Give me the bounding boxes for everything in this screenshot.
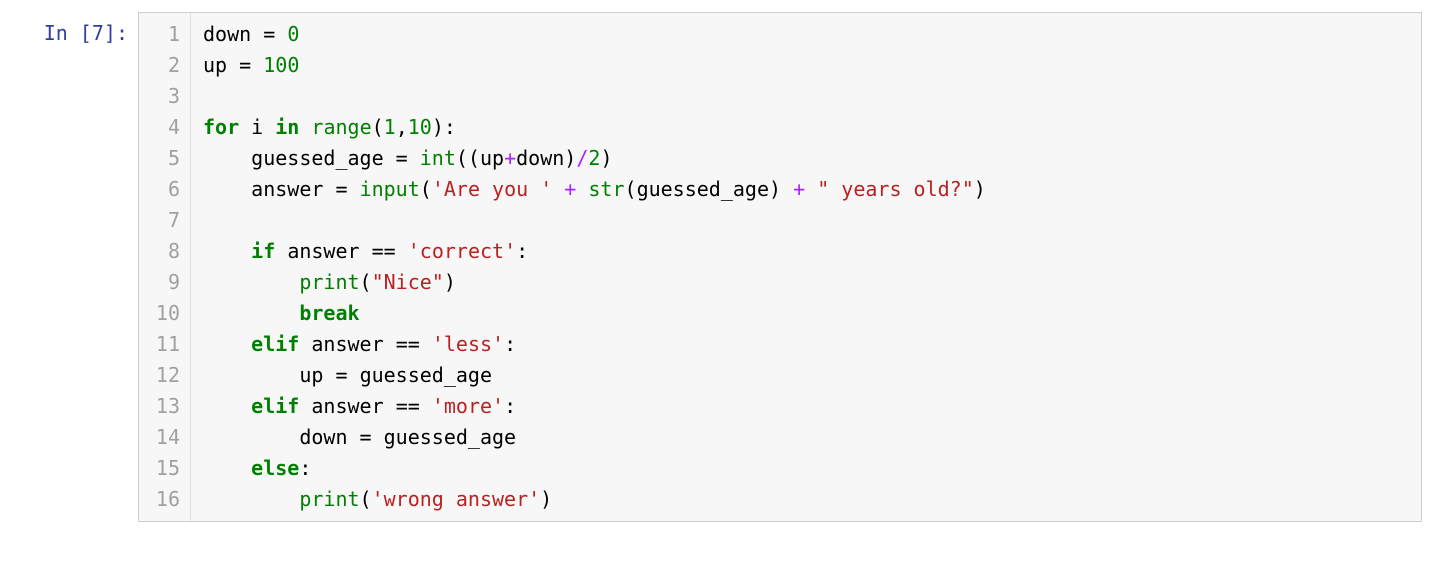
code-line: answer = input('Are you ' + str(guessed_… [203, 174, 1421, 205]
line-number: 8 [139, 236, 180, 267]
line-number: 1 [139, 19, 180, 50]
line-number: 10 [139, 298, 180, 329]
line-number: 16 [139, 484, 180, 515]
code-line: else: [203, 453, 1421, 484]
code-line [203, 205, 1421, 236]
prompt-prefix: In [ [44, 21, 92, 45]
code-line: up = 100 [203, 50, 1421, 81]
code-line: for i in range(1,10): [203, 112, 1421, 143]
code-line: print("Nice") [203, 267, 1421, 298]
code-line: print('wrong answer') [203, 484, 1421, 515]
code-line: break [203, 298, 1421, 329]
code-line: guessed_age = int((up+down)/2) [203, 143, 1421, 174]
code-line: down = guessed_age [203, 422, 1421, 453]
code-line: if answer == 'correct': [203, 236, 1421, 267]
code-editor[interactable]: down = 0up = 100 for i in range(1,10): g… [191, 13, 1421, 521]
line-number: 13 [139, 391, 180, 422]
code-line: up = guessed_age [203, 360, 1421, 391]
line-number-gutter: 12345678910111213141516 [139, 13, 191, 521]
code-line: elif answer == 'more': [203, 391, 1421, 422]
input-area: 12345678910111213141516 down = 0up = 100… [138, 12, 1422, 522]
line-number: 6 [139, 174, 180, 205]
code-line: elif answer == 'less': [203, 329, 1421, 360]
prompt-suffix: ]: [104, 21, 128, 45]
line-number: 14 [139, 422, 180, 453]
prompt-number: 7 [92, 21, 104, 45]
line-number: 3 [139, 81, 180, 112]
line-number: 4 [139, 112, 180, 143]
code-cell: In [7]: 12345678910111213141516 down = 0… [18, 12, 1422, 522]
code-line: down = 0 [203, 19, 1421, 50]
line-number: 7 [139, 205, 180, 236]
cell-prompt: In [7]: [18, 12, 138, 49]
line-number: 2 [139, 50, 180, 81]
line-number: 15 [139, 453, 180, 484]
line-number: 9 [139, 267, 180, 298]
line-number: 5 [139, 143, 180, 174]
line-number: 11 [139, 329, 180, 360]
code-line [203, 81, 1421, 112]
line-number: 12 [139, 360, 180, 391]
